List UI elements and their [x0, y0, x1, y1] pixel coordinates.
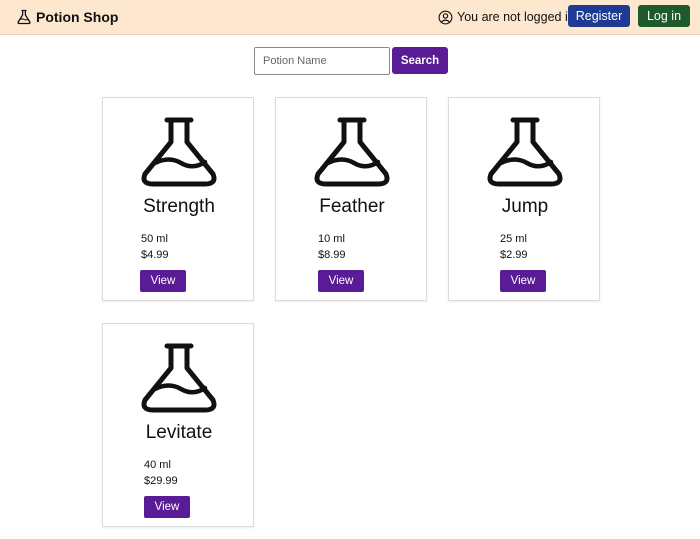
view-button[interactable]: View [144, 496, 190, 518]
view-button[interactable]: View [140, 270, 186, 292]
product-name: Strength [143, 196, 215, 217]
login-status: You are not logged in [438, 8, 575, 26]
product-name: Levitate [145, 422, 213, 443]
user-circle-icon [438, 10, 453, 24]
product-card: Jump 25 ml $2.99 View [448, 97, 600, 301]
product-volume: 10 ml [318, 233, 345, 245]
register-button[interactable]: Register [568, 5, 630, 27]
view-button[interactable]: View [318, 270, 364, 292]
flask-icon [141, 117, 217, 187]
flask-icon [314, 117, 390, 187]
login-status-text: You are not logged in [457, 10, 575, 24]
view-button[interactable]: View [500, 270, 546, 292]
product-price: $2.99 [500, 249, 528, 261]
flask-icon [487, 117, 563, 187]
brand-name: Potion Shop [36, 9, 119, 25]
product-card: Feather 10 ml $8.99 View [275, 97, 427, 301]
product-price: $4.99 [141, 249, 169, 261]
brand-link[interactable]: Potion Shop [16, 7, 118, 27]
product-name: Jump [501, 196, 549, 217]
product-volume: 40 ml [144, 459, 171, 471]
product-price: $8.99 [318, 249, 346, 261]
product-price: $29.99 [144, 475, 178, 487]
product-card: Levitate 40 ml $29.99 View [102, 323, 254, 527]
product-name: Feather [319, 196, 385, 217]
navbar: Potion Shop You are not logged in Regist… [0, 0, 700, 35]
search-button[interactable]: Search [392, 47, 448, 74]
search-input[interactable] [254, 47, 390, 75]
login-button[interactable]: Log in [638, 5, 690, 27]
flask-icon [17, 9, 31, 25]
product-volume: 50 ml [141, 233, 168, 245]
flask-icon [141, 343, 217, 413]
product-volume: 25 ml [500, 233, 527, 245]
product-card: Strength 50 ml $4.99 View [102, 97, 254, 301]
